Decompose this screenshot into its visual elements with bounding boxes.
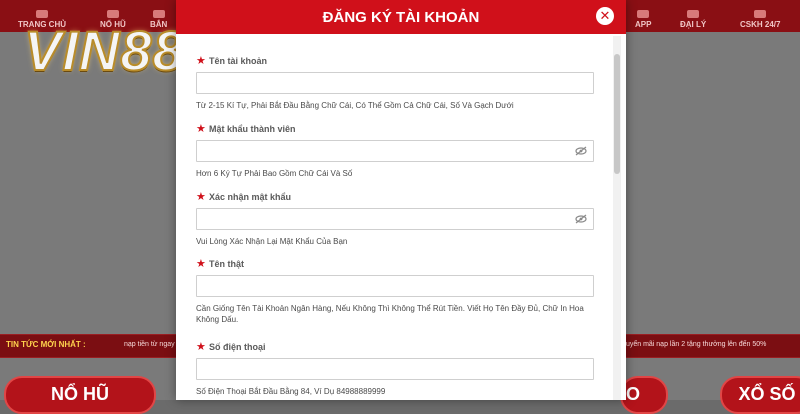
username-input[interactable] [196, 72, 594, 94]
field-confirm-password: ★ Xác nhận mật khẩu Vui Lòng Xác Nhận Lạ… [196, 192, 594, 247]
modal-title: ĐĂNG KÝ TÀI KHOẢN [322, 9, 480, 26]
news-text-left: nạp tiền từ ngay [124, 341, 175, 348]
slot-icon [106, 10, 119, 18]
eye-slash-icon[interactable] [575, 214, 587, 224]
news-text-right: tuyển mãi nạp lần 2 tặng thưởng lên đến … [624, 341, 767, 348]
confirm-password-input[interactable] [196, 208, 594, 230]
confirm-label-text: Xác nhận mật khẩu [209, 192, 292, 202]
required-star-icon: ★ [196, 55, 206, 67]
news-label: TIN TỨC MỚI NHẤT : [6, 340, 86, 349]
fish-icon [152, 10, 165, 18]
password-hint: Hơn 6 Ký Tự Phải Bao Gồm Chữ Cái Và Số [196, 169, 353, 178]
username-hint: Từ 2-15 Kí Tự, Phải Bắt Đầu Bằng Chữ Cái… [196, 101, 514, 110]
password-label: ★ Mật khẩu thành viên [196, 124, 592, 136]
phone-input[interactable] [196, 358, 594, 380]
modal-scrollbar[interactable] [613, 36, 621, 400]
confirm-label: ★ Xác nhận mật khẩu [196, 192, 592, 204]
game-no-hu-button[interactable]: NỔ HŨ [4, 376, 156, 414]
eye-slash-icon[interactable] [575, 146, 587, 156]
field-fullname: ★ Tên thật Cần Giống Tên Tài Khoản Ngân … [196, 259, 594, 325]
nav-app-label: APP [635, 20, 652, 29]
phone-hint: Số Điện Thoại Bắt Đầu Bằng 84, Ví Dụ 849… [196, 387, 386, 396]
agent-icon [687, 10, 700, 18]
fullname-label-text: Tên thật [209, 259, 244, 269]
app-icon [637, 10, 650, 18]
phone-label-text: Số điện thoại [209, 342, 266, 352]
phone-label: ★ Số điện thoại [196, 342, 592, 354]
required-star-icon: ★ [196, 341, 206, 353]
modal-header: ĐĂNG KÝ TÀI KHOẢN ✕ [176, 0, 626, 34]
game-xo-so-button[interactable]: XỔ SỐ [720, 376, 800, 414]
home-icon [36, 10, 48, 18]
username-label-text: Tên tài khoản [209, 56, 268, 66]
confirm-hint: Vui Lòng Xác Nhận Lại Mật Khẩu Của Bạn [196, 237, 348, 246]
fullname-label: ★ Tên thật [196, 259, 592, 271]
fullname-hint: Cần Giống Tên Tài Khoản Ngân Hàng, Nếu K… [196, 304, 584, 324]
scrollbar-thumb[interactable] [614, 54, 620, 174]
field-password: ★ Mật khẩu thành viên Hơn 6 Ký Tự Phải B… [196, 124, 594, 179]
field-username: ★ Tên tài khoản Từ 2-15 Kí Tự, Phải Bắt … [196, 56, 594, 111]
game-partial-button[interactable]: O [620, 376, 668, 414]
username-label: ★ Tên tài khoản [196, 56, 592, 68]
nav-cskh-label: CSKH 24/7 [740, 20, 781, 29]
fullname-input[interactable] [196, 275, 594, 297]
password-label-text: Mật khẩu thành viên [209, 124, 296, 134]
support-icon [754, 10, 767, 18]
logo-text: VIN88 [23, 18, 185, 83]
required-star-icon: ★ [196, 258, 206, 270]
field-phone: ★ Số điện thoại Số Điện Thoại Bắt Đầu Bằ… [196, 342, 594, 397]
register-modal: ĐĂNG KÝ TÀI KHOẢN ✕ ★ Tên tài khoản Từ 2… [176, 0, 626, 400]
nav-dai-ly[interactable]: ĐẠI LÝ [680, 10, 706, 29]
password-input[interactable] [196, 140, 594, 162]
required-star-icon: ★ [196, 123, 206, 135]
nav-app[interactable]: APP [635, 10, 651, 29]
nav-dai-ly-label: ĐẠI LÝ [680, 20, 707, 29]
nav-cskh[interactable]: CSKH 24/7 [740, 10, 780, 29]
close-icon[interactable]: ✕ [596, 7, 614, 25]
required-star-icon: ★ [196, 191, 206, 203]
